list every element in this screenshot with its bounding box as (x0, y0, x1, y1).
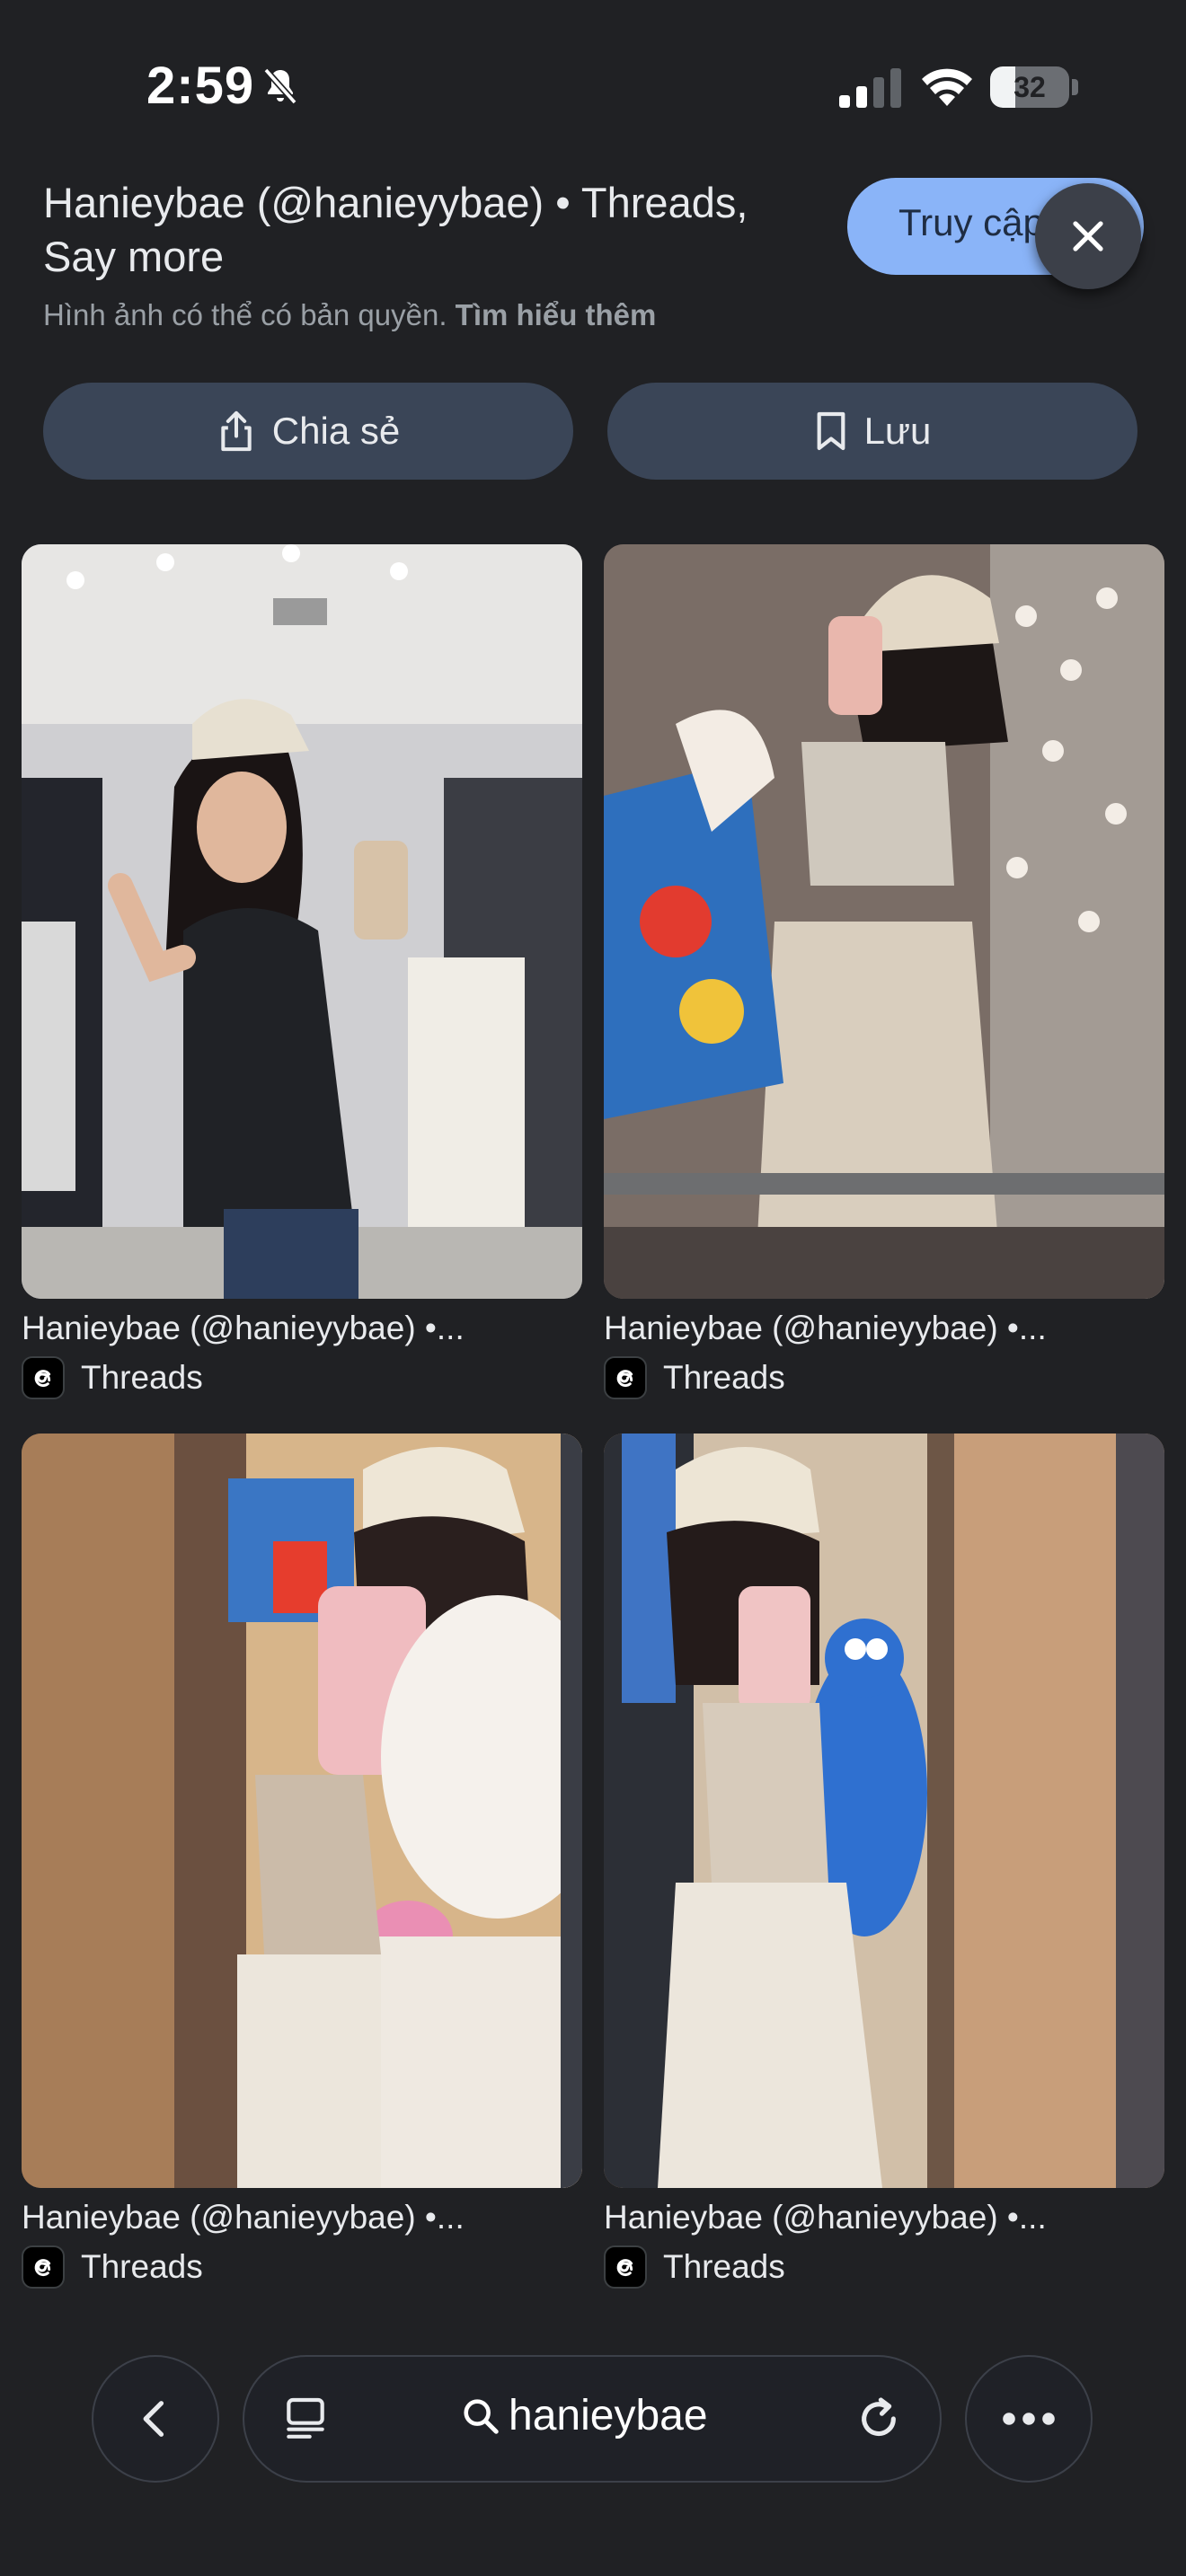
threads-logo-icon (22, 2245, 65, 2289)
reload-icon[interactable] (854, 2393, 904, 2445)
result-source-3[interactable]: Threads (22, 2245, 203, 2289)
search-query[interactable]: hanieybae (460, 2391, 708, 2440)
result-source-2[interactable]: Threads (604, 1356, 785, 1399)
visit-button-label: Truy cập (898, 201, 1044, 243)
result-source-label: Threads (663, 2248, 785, 2285)
save-button[interactable]: Lưu (607, 383, 1137, 480)
result-title-1[interactable]: Hanieybae (@hanieyybae) •... (22, 1310, 582, 1347)
bell-slash-icon (263, 67, 297, 105)
close-icon (1073, 221, 1103, 251)
learn-more-link[interactable]: Tìm hiểu thêm (456, 298, 657, 331)
share-icon (221, 410, 252, 452)
share-button[interactable]: Chia sẻ (43, 383, 573, 480)
result-source-4[interactable]: Threads (604, 2245, 785, 2289)
more-button[interactable] (965, 2355, 1093, 2483)
more-icon (1003, 2413, 1055, 2425)
result-image-4[interactable] (604, 1434, 1164, 2188)
share-label: Chia sẻ (271, 410, 401, 452)
battery-icon: 32 (990, 66, 1078, 108)
result-image-1[interactable] (22, 544, 582, 1299)
result-source-label: Threads (81, 1359, 203, 1396)
result-source-label: Threads (81, 2248, 203, 2285)
image-title[interactable]: Hanieybae (@hanieyybae) • Threads, Say m… (43, 176, 816, 284)
copyright-notice: Hình ảnh có thể có bản quyền. Tìm hiểu t… (43, 298, 656, 332)
tabs-icon[interactable] (280, 2393, 331, 2445)
wifi-icon (922, 68, 972, 106)
battery-percent: 32 (1013, 71, 1046, 103)
result-title-3[interactable]: Hanieybae (@hanieyybae) •... (22, 2199, 582, 2236)
close-button[interactable] (1035, 183, 1141, 289)
result-title-4[interactable]: Hanieybae (@hanieyybae) •... (604, 2199, 1164, 2236)
threads-logo-icon (604, 1356, 647, 1399)
result-source-1[interactable]: Threads (22, 1356, 203, 1399)
result-image-2[interactable] (604, 544, 1164, 1299)
bookmark-icon (817, 411, 845, 451)
back-button[interactable] (92, 2355, 219, 2483)
search-query-text: hanieybae (509, 2392, 708, 2439)
back-icon (143, 2401, 164, 2437)
save-label: Lưu (863, 410, 932, 452)
cellular-signal-icon (839, 68, 901, 108)
search-icon (464, 2398, 499, 2434)
copyright-text: Hình ảnh có thể có bản quyền. (43, 298, 447, 331)
result-source-label: Threads (663, 1359, 785, 1396)
result-title-2[interactable]: Hanieybae (@hanieyybae) •... (604, 1310, 1164, 1347)
threads-logo-icon (604, 2245, 647, 2289)
status-time: 2:59 (146, 57, 255, 115)
threads-logo-icon (22, 1356, 65, 1399)
result-image-3[interactable] (22, 1434, 582, 2188)
